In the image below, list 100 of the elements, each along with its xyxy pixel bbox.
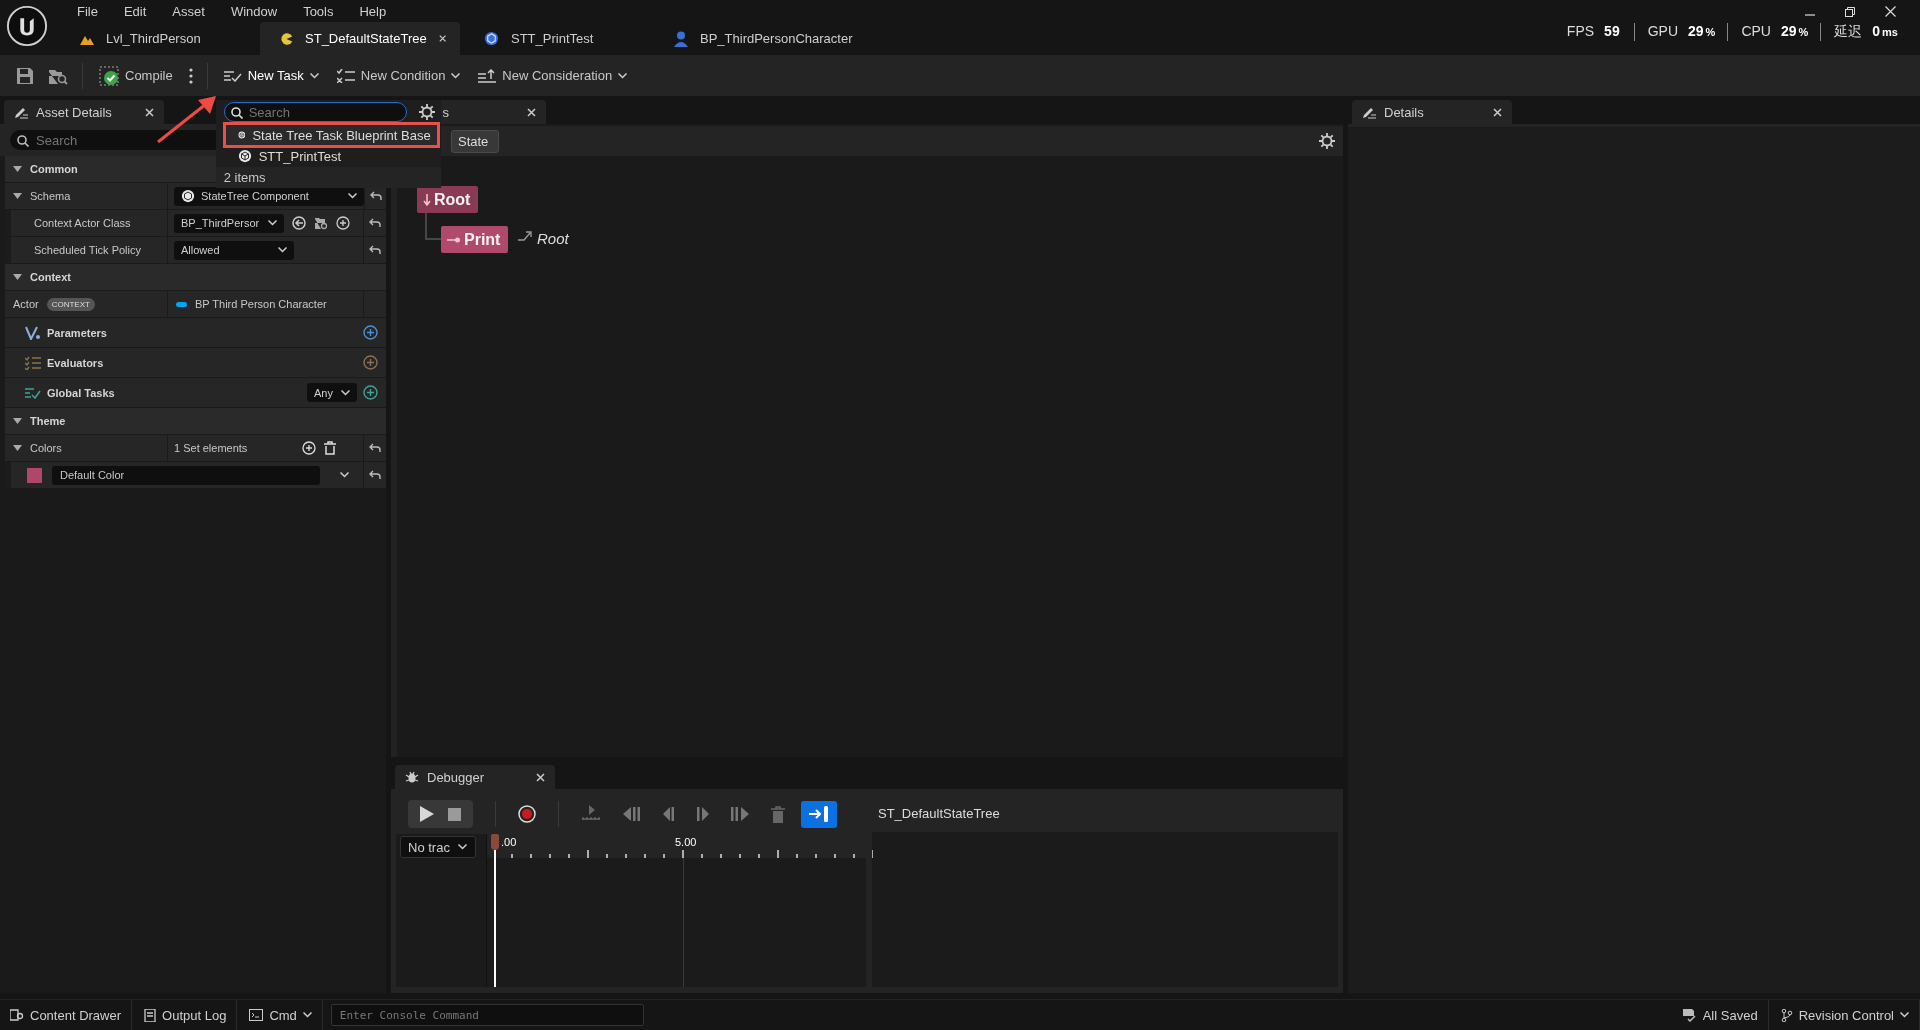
stat-label: CPU: [1741, 23, 1771, 39]
jump-to-end-button[interactable]: [801, 800, 837, 828]
new-task-button[interactable]: New Task: [221, 64, 321, 87]
new-consideration-button[interactable]: New Consideration: [476, 64, 630, 87]
checklist-icon: [25, 355, 41, 370]
menu-item[interactable]: Asset: [159, 3, 218, 19]
debug-asset-name: ST_DefaultStateTree: [878, 805, 1000, 821]
restore-icon[interactable]: [1845, 6, 1855, 17]
play-icon[interactable]: [420, 806, 434, 822]
console-input[interactable]: Enter Console Command: [330, 1004, 644, 1026]
transition-target: Root: [537, 230, 569, 247]
add-icon[interactable]: [363, 385, 378, 400]
menu-item[interactable]: Tools: [290, 3, 347, 19]
close-icon[interactable]: [1493, 107, 1502, 117]
pencil-icon: [1362, 105, 1376, 119]
stat-value: 59: [1604, 23, 1620, 39]
reset-arrow-icon[interactable]: [370, 191, 382, 201]
content-drawer-button[interactable]: Content Drawer: [0, 1000, 133, 1030]
chevron-down-icon: [309, 72, 319, 79]
section-title: Context: [30, 271, 71, 283]
chevron-down-icon: [457, 844, 467, 850]
engine-logo[interactable]: [6, 5, 48, 47]
settings-icon[interactable]: [1319, 133, 1335, 149]
step-marker-icon[interactable]: [581, 805, 601, 823]
menu-item[interactable]: Help: [346, 3, 400, 19]
color-name-field[interactable]: Default Color: [52, 465, 320, 485]
close-icon[interactable]: [536, 772, 545, 782]
menu-item[interactable]: Window: [217, 3, 291, 19]
settings-icon[interactable]: [418, 104, 435, 120]
search-field[interactable]: Search: [223, 102, 407, 122]
expand-arrow-icon[interactable]: [13, 274, 22, 280]
type-pill-icon: [176, 301, 187, 307]
skip-back-icon[interactable]: [623, 807, 641, 821]
color-swatch[interactable]: [27, 467, 42, 483]
class-dropdown[interactable]: BP_ThirdPersor: [174, 213, 284, 233]
reset-arrow-icon[interactable]: [369, 245, 381, 255]
policy-dropdown[interactable]: Allowed: [174, 240, 294, 260]
log-icon: [144, 1008, 157, 1022]
add-icon[interactable]: [363, 325, 378, 340]
save-icon[interactable]: [16, 66, 34, 85]
trash-icon[interactable]: [324, 441, 336, 455]
chevron-down-icon: [1900, 1012, 1909, 1018]
revision-control-button[interactable]: Revision Control: [1770, 1000, 1920, 1030]
terminal-icon: [249, 1009, 264, 1021]
use-selected-icon[interactable]: [292, 216, 306, 230]
panel-tab[interactable]: Details: [1352, 100, 1512, 124]
panel-tab[interactable]: Asset Details: [4, 100, 164, 124]
property-label: Colors: [30, 442, 62, 454]
close-icon[interactable]: [438, 34, 446, 43]
schema-dropdown[interactable]: StateTree Component: [174, 186, 364, 206]
track-filter-dropdown[interactable]: No trac: [400, 836, 476, 858]
chevron-down-icon[interactable]: [340, 472, 349, 478]
chevron-down-icon: [451, 72, 461, 79]
command-button[interactable]: Cmd: [239, 1000, 323, 1030]
state-node[interactable]: Print: [441, 226, 509, 253]
category-title: Parameters: [47, 326, 108, 339]
step-back-icon[interactable]: [663, 807, 675, 821]
stat-unit: %: [1705, 26, 1716, 38]
add-state-button[interactable]: State: [451, 129, 500, 153]
skip-forward-icon[interactable]: [731, 807, 749, 821]
document-tab[interactable]: STT_PrintTest: [464, 22, 664, 55]
context-badge: CONTEXT: [46, 297, 95, 311]
reset-arrow-icon[interactable]: [369, 218, 381, 228]
expand-arrow-icon[interactable]: [13, 445, 22, 451]
pencil-icon: [14, 105, 28, 119]
playhead-marker[interactable]: [491, 834, 499, 850]
output-log-button[interactable]: Output Log: [134, 1000, 238, 1030]
save-status-icon: [1682, 1008, 1697, 1022]
record-icon[interactable]: [518, 805, 536, 823]
compile-button[interactable]: Compile: [97, 61, 175, 90]
panel-tab[interactable]: Debugger: [395, 765, 555, 789]
more-options-icon[interactable]: [188, 67, 193, 84]
close-icon[interactable]: [1885, 6, 1896, 17]
expand-arrow-icon[interactable]: [13, 166, 22, 172]
expand-arrow-icon[interactable]: [13, 418, 22, 424]
stop-icon[interactable]: [448, 807, 461, 821]
task-menu-item[interactable]: State Tree Task Blueprint Base: [225, 125, 437, 145]
all-saved-button[interactable]: All Saved: [1672, 1000, 1769, 1030]
state-node[interactable]: Root: [417, 186, 479, 213]
document-tab[interactable]: BP_ThirdPersonCharacter: [664, 22, 924, 55]
step-forward-icon[interactable]: [697, 807, 709, 821]
new-condition-button[interactable]: New Condition: [334, 64, 463, 87]
cube-icon: [484, 31, 499, 46]
add-icon[interactable]: [336, 216, 350, 230]
menu-item[interactable]: Edit: [110, 3, 160, 19]
document-tab[interactable]: ST_DefaultStateTree: [260, 22, 460, 55]
stat-value: 29: [1688, 23, 1704, 39]
transition-arrow-icon: [518, 231, 532, 241]
document-tab[interactable]: Lvl_ThirdPerson: [60, 22, 260, 55]
menu-item[interactable]: File: [64, 3, 111, 19]
expand-arrow-icon[interactable]: [13, 193, 22, 199]
cube-icon: [181, 189, 195, 203]
reset-arrow-icon[interactable]: [369, 470, 381, 480]
filter-dropdown[interactable]: Any: [307, 383, 357, 402]
close-icon[interactable]: [527, 107, 536, 117]
close-icon[interactable]: [145, 107, 154, 117]
browse-folder-icon[interactable]: [314, 216, 328, 230]
task-list-icon: [223, 69, 242, 82]
reset-arrow-icon[interactable]: [369, 443, 381, 453]
context-value: BP Third Person Character: [195, 298, 327, 310]
